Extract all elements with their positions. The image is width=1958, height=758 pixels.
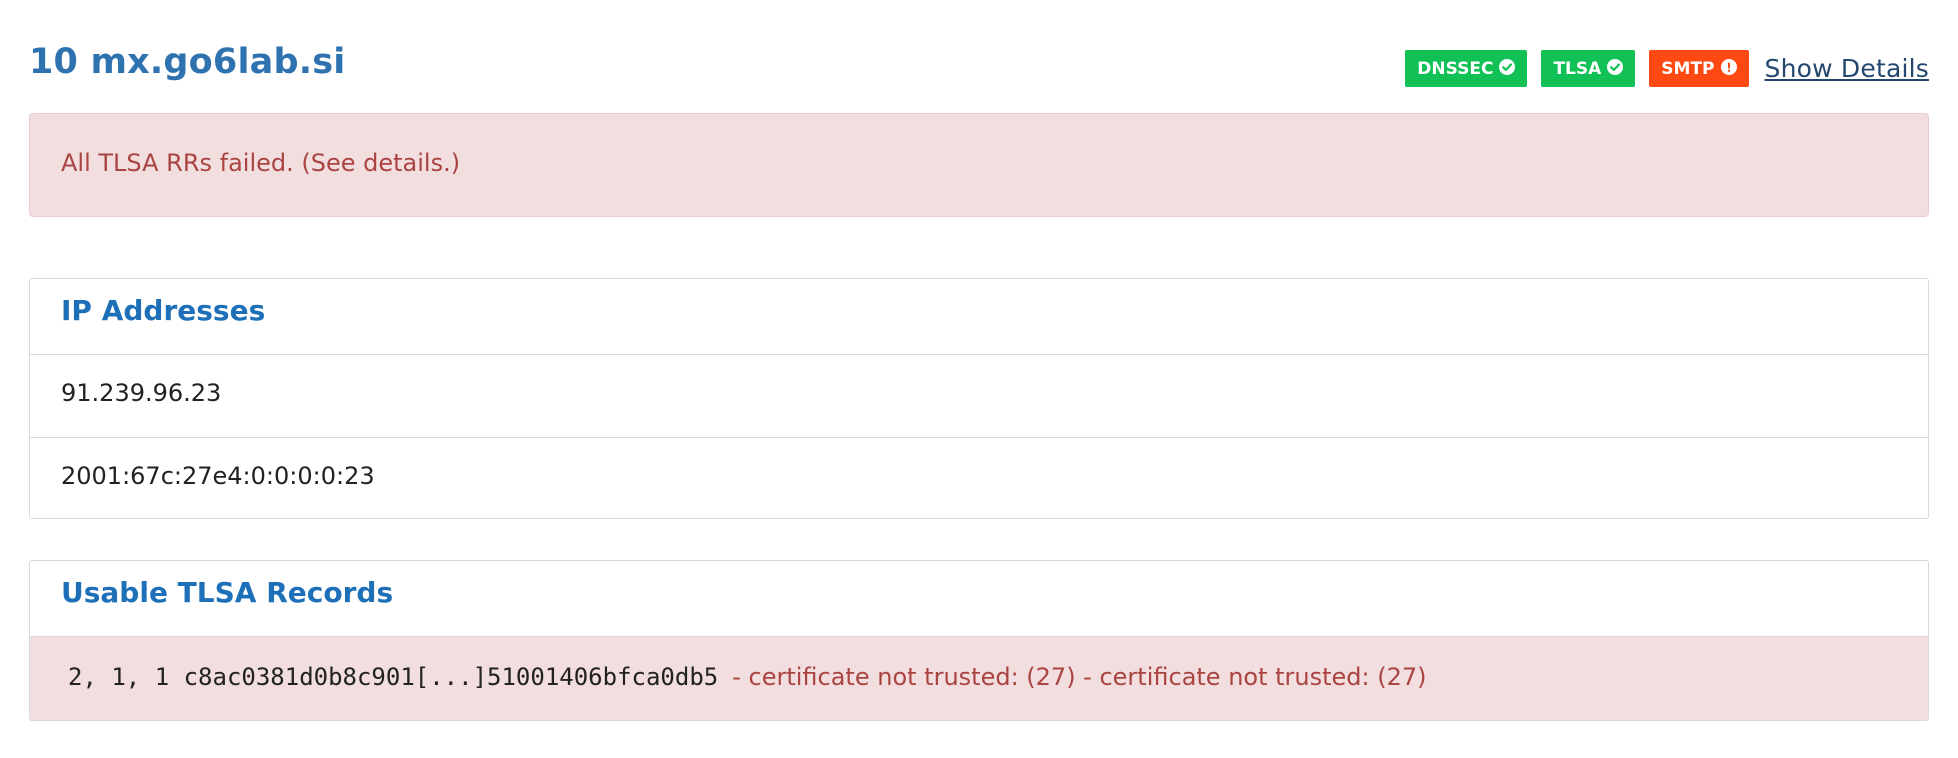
- tlsa-record-errors: - certificate not trusted: (27) - certif…: [732, 663, 1427, 691]
- page: 10 mx.go6lab.si DNSSEC TLSA SMTP Show De…: [0, 0, 1958, 758]
- ip-address-row: 91.239.96.23: [61, 379, 222, 407]
- badge-label: SMTP: [1661, 58, 1715, 79]
- smtp-badge: SMTP: [1649, 50, 1749, 87]
- mx-host-header: 10 mx.go6lab.si DNSSEC TLSA SMTP Show De…: [29, 38, 1929, 94]
- usable-tlsa-panel: Usable TLSA Records 2, 1, 1 c8ac0381d0b8…: [29, 560, 1929, 721]
- exclamation-circle-icon: [1720, 59, 1737, 78]
- tlsa-failure-alert: All TLSA RRs failed. (See details.): [29, 113, 1929, 217]
- check-circle-icon: [1607, 59, 1624, 78]
- alert-text: All TLSA RRs failed. (See details.): [61, 149, 461, 177]
- ip-addresses-heading: IP Addresses: [30, 279, 1928, 355]
- tlsa-record-row: 2, 1, 1 c8ac0381d0b8c901[...]51001406bfc…: [30, 637, 1928, 720]
- status-badges: DNSSEC TLSA SMTP Show Details: [1405, 50, 1929, 87]
- mx-host-title: 10 mx.go6lab.si: [29, 42, 346, 82]
- show-details-link[interactable]: Show Details: [1765, 54, 1929, 83]
- ip-address-row: 2001:67c:27e4:0:0:0:0:23: [30, 437, 1928, 519]
- tlsa-badge: TLSA: [1541, 50, 1636, 87]
- usable-tlsa-heading: Usable TLSA Records: [30, 561, 1928, 637]
- badge-label: DNSSEC: [1417, 58, 1494, 79]
- tlsa-record: 2, 1, 1 c8ac0381d0b8c901[...]51001406bfc…: [68, 663, 719, 691]
- check-circle-icon: [1499, 59, 1516, 78]
- badge-label: TLSA: [1553, 58, 1602, 79]
- ip-addresses-panel: IP Addresses 91.239.96.23 2001:67c:27e4:…: [29, 278, 1929, 519]
- dnssec-badge: DNSSEC: [1405, 50, 1528, 87]
